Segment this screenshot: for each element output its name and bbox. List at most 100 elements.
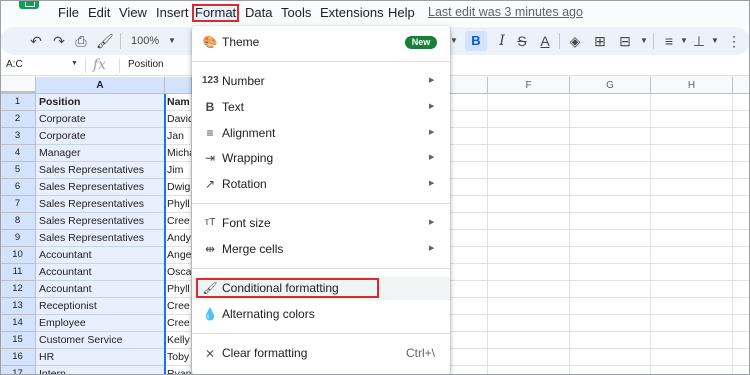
grid-cell[interactable] [450, 196, 488, 213]
grid-cell[interactable] [733, 179, 750, 196]
row-header[interactable]: 5 [0, 162, 36, 179]
menu-file[interactable]: File [58, 4, 79, 22]
menu-item-alternating-colors[interactable]: Alternating colors [222, 306, 315, 322]
align-dropdown-icon[interactable]: ▼ [676, 33, 692, 49]
row-header[interactable]: 10 [0, 247, 36, 264]
grid-cell[interactable] [651, 179, 733, 196]
cell-b[interactable]: Andy [165, 230, 192, 247]
grid-cell[interactable] [733, 162, 750, 179]
grid-cell[interactable] [733, 196, 750, 213]
grid-cell[interactable] [651, 230, 733, 247]
cell-a[interactable]: Accountant [36, 281, 165, 298]
grid-cell[interactable] [450, 162, 488, 179]
cell-b[interactable]: Toby [165, 349, 192, 366]
grid-cell[interactable] [450, 298, 488, 315]
cell-a[interactable]: Sales Representatives [36, 196, 165, 213]
sheets-logo-icon[interactable] [19, 0, 39, 9]
cell-a[interactable]: Corporate [36, 111, 165, 128]
cell-b[interactable]: Kelly [165, 332, 192, 349]
grid-cell[interactable] [570, 179, 651, 196]
row-header[interactable]: 6 [0, 179, 36, 196]
grid-cell[interactable] [488, 298, 570, 315]
grid-cell[interactable] [488, 111, 570, 128]
cell-b[interactable]: Jim [165, 162, 192, 179]
strikethrough-icon[interactable]: S [514, 33, 530, 49]
grid-cell[interactable] [733, 298, 750, 315]
grid-cell[interactable] [651, 145, 733, 162]
menu-edit[interactable]: Edit [88, 4, 110, 22]
grid-cell[interactable] [570, 145, 651, 162]
cell-a[interactable]: Accountant [36, 264, 165, 281]
grid-cell[interactable] [488, 332, 570, 349]
bold-button[interactable]: B [465, 31, 487, 51]
cell-b[interactable]: Cree [165, 298, 192, 315]
grid-cell[interactable] [488, 162, 570, 179]
cell-a[interactable]: Sales Representatives [36, 213, 165, 230]
column-header-e[interactable] [450, 77, 488, 94]
menu-view[interactable]: View [119, 4, 147, 22]
grid-cell[interactable] [733, 349, 750, 366]
column-header-b[interactable] [165, 77, 192, 94]
column-header-g[interactable]: G [570, 77, 651, 94]
borders-icon[interactable]: ⊞ [592, 33, 608, 49]
grid-cell[interactable] [450, 281, 488, 298]
grid-cell[interactable] [570, 298, 651, 315]
grid-cell[interactable] [570, 332, 651, 349]
grid-cell[interactable] [733, 213, 750, 230]
row-header[interactable]: 4 [0, 145, 36, 162]
cell-b[interactable]: Dwig [165, 179, 192, 196]
grid-cell[interactable] [651, 247, 733, 264]
cell-a[interactable]: Sales Representatives [36, 179, 165, 196]
valign-icon[interactable]: ⊥ [691, 33, 707, 49]
menu-item-wrapping[interactable]: Wrapping [222, 150, 273, 166]
row-header[interactable]: 13 [0, 298, 36, 315]
row-header[interactable]: 12 [0, 281, 36, 298]
grid-cell[interactable] [488, 366, 570, 375]
cell-b[interactable]: Cree [165, 315, 192, 332]
cell-b[interactable]: Cree [165, 213, 192, 230]
cell-a[interactable]: Customer Service [36, 332, 165, 349]
menu-extensions[interactable]: Extensions [320, 4, 384, 22]
formula-input[interactable]: Position [128, 59, 164, 70]
print-icon[interactable]: ⎙ [73, 33, 89, 49]
cell-b[interactable]: Ange [165, 247, 192, 264]
menu-item-font-size[interactable]: Font size [222, 215, 271, 231]
grid-cell[interactable] [651, 281, 733, 298]
grid-cell[interactable] [450, 128, 488, 145]
text-color-icon[interactable]: A [537, 33, 553, 49]
zoom-select[interactable]: 100% [131, 33, 159, 49]
select-all-corner[interactable] [0, 77, 36, 94]
grid-cell[interactable] [570, 247, 651, 264]
grid-cell[interactable] [651, 366, 733, 375]
cell-a[interactable]: Sales Representatives [36, 230, 165, 247]
more-icon[interactable]: ⋮ [726, 33, 742, 49]
column-header-f[interactable]: F [488, 77, 570, 94]
grid-cell[interactable] [488, 230, 570, 247]
grid-cell[interactable] [450, 94, 488, 111]
grid-cell[interactable] [488, 179, 570, 196]
grid-cell[interactable] [570, 196, 651, 213]
cell-b[interactable]: Osca [165, 264, 192, 281]
cell-a[interactable]: Corporate [36, 128, 165, 145]
grid-cell[interactable] [488, 196, 570, 213]
grid-cell[interactable] [450, 366, 488, 375]
cell-a[interactable]: Intern [36, 366, 165, 375]
menu-item-clear-formatting[interactable]: Clear formatting [222, 345, 307, 361]
grid-cell[interactable] [733, 264, 750, 281]
grid-cell[interactable] [651, 264, 733, 281]
cell-a[interactable]: Employee [36, 315, 165, 332]
grid-cell[interactable] [570, 315, 651, 332]
menu-help[interactable]: Help [388, 4, 415, 22]
row-header[interactable]: 14 [0, 315, 36, 332]
grid-cell[interactable] [651, 111, 733, 128]
name-box-dropdown-icon[interactable]: ▼ [71, 60, 78, 67]
grid-cell[interactable] [651, 213, 733, 230]
column-header-h[interactable]: H [651, 77, 733, 94]
name-box[interactable]: A:C [6, 59, 23, 70]
column-header-i[interactable] [733, 77, 750, 94]
cell-b[interactable]: Nam [165, 94, 192, 111]
grid-cell[interactable] [733, 366, 750, 375]
grid-cell[interactable] [570, 230, 651, 247]
row-header[interactable]: 9 [0, 230, 36, 247]
cell-a[interactable]: Position [36, 94, 165, 111]
